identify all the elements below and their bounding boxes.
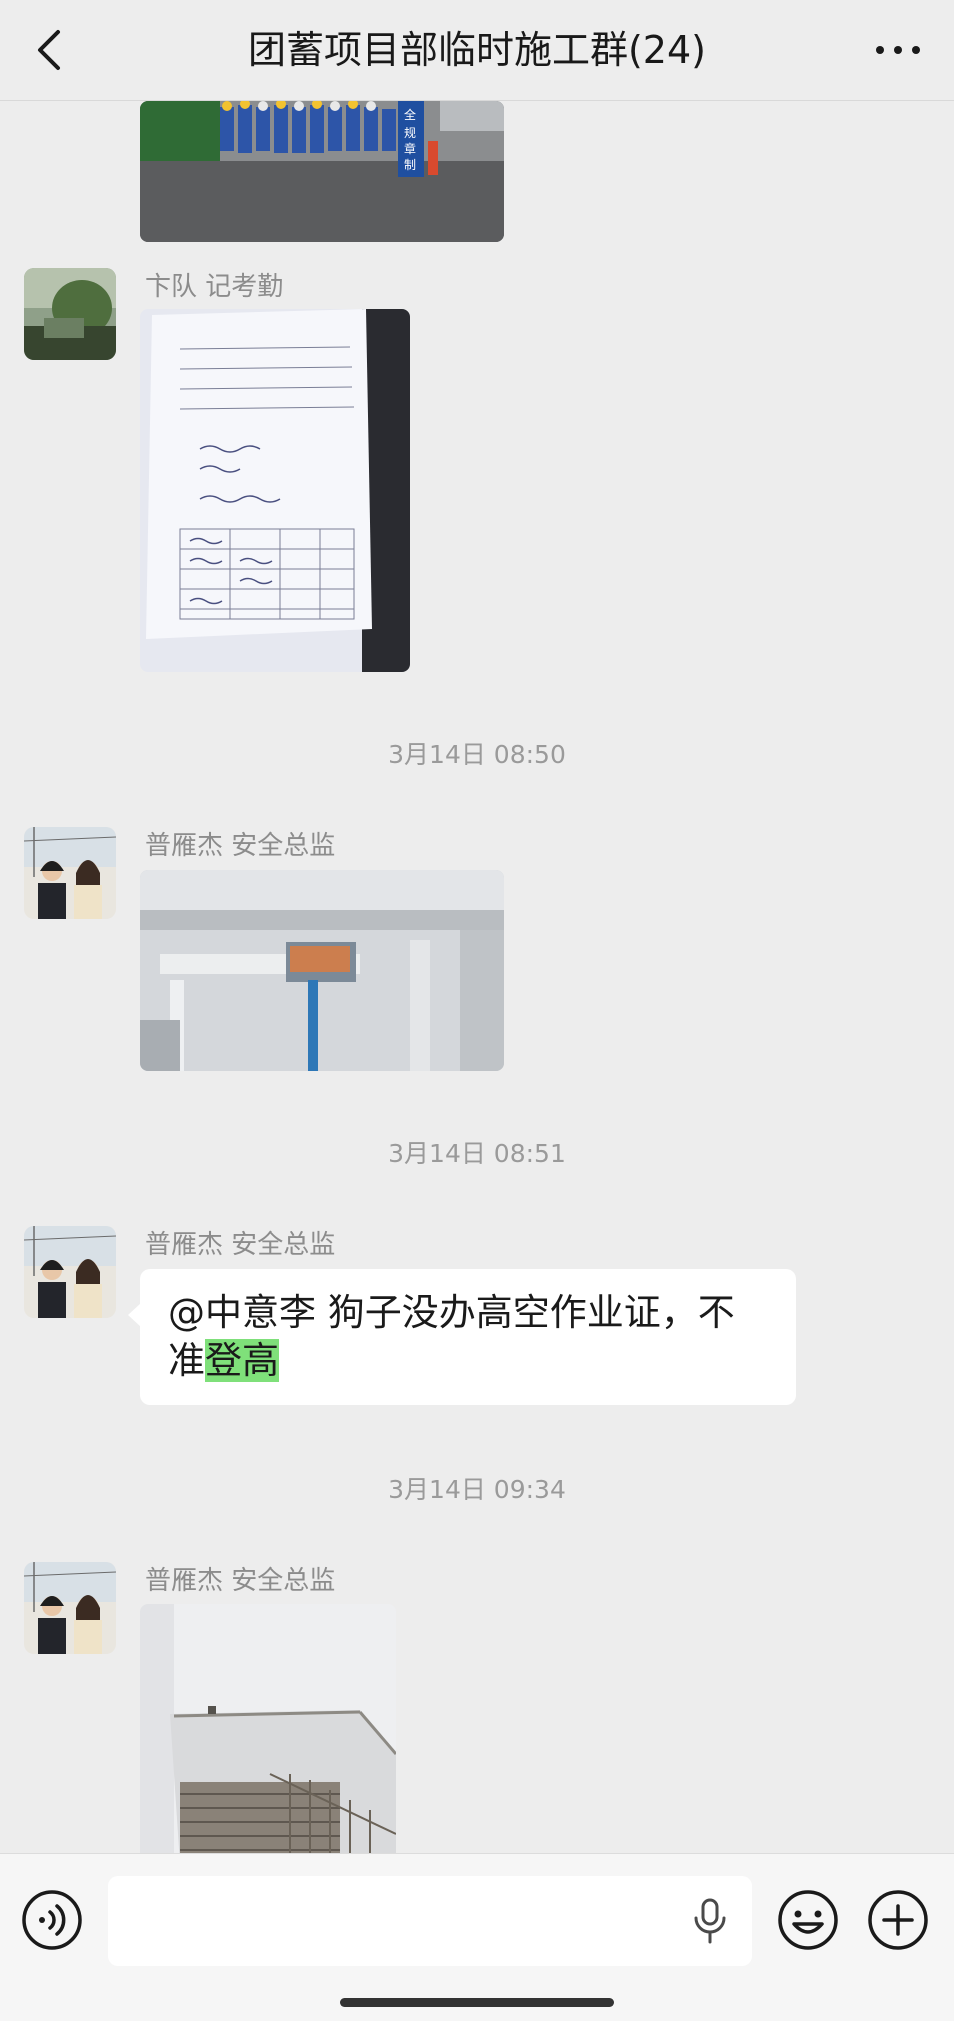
microphone-icon[interactable]: [688, 1896, 732, 1946]
home-indicator[interactable]: [340, 1998, 614, 2007]
chat-header: 团蓄项目部临时施工群(24): [0, 0, 954, 101]
input-bar: [0, 1853, 954, 2021]
lift-photo-image: [140, 870, 504, 1071]
timestamp: 3月14日 09:34: [388, 1475, 566, 1504]
avatar-pu-yanjie[interactable]: [24, 827, 116, 919]
sender-name: 普雁杰 安全总监: [145, 831, 336, 861]
highlighted-text: 登高: [205, 1339, 279, 1382]
plus-circle-icon[interactable]: [866, 1888, 930, 1952]
message-input[interactable]: [108, 1876, 752, 1966]
emoji-icon[interactable]: [776, 1888, 840, 1952]
image-message-attendance-sheet[interactable]: [140, 309, 410, 672]
svg-text:章: 章: [404, 141, 416, 156]
sender-name: 卞队 记考勤: [145, 272, 284, 302]
avatar-pu-yanjie[interactable]: [24, 1226, 116, 1318]
image-message-staircase-photo[interactable]: [140, 1604, 396, 1853]
chat-messages[interactable]: 全 规 章 制 卞队 记考勤 3月14日 08:50 普雁杰 安全总监 3月14…: [0, 101, 954, 1853]
image-message-group-photo[interactable]: 全 规 章 制: [140, 101, 504, 242]
timestamp: 3月14日 08:50: [388, 740, 566, 769]
svg-text:制: 制: [404, 158, 416, 172]
sender-name: 普雁杰 安全总监: [145, 1566, 336, 1596]
svg-text:规: 规: [404, 125, 416, 140]
attendance-sheet-image: [140, 309, 410, 672]
voice-input-icon[interactable]: [20, 1888, 84, 1952]
timestamp: 3月14日 08:51: [388, 1139, 566, 1168]
avatar-bian[interactable]: [24, 268, 116, 360]
avatar-pu-yanjie[interactable]: [24, 1562, 116, 1654]
group-photo-image: 全 规 章 制: [140, 101, 504, 242]
svg-text:全: 全: [404, 107, 416, 122]
more-horizontal-icon[interactable]: [870, 30, 926, 70]
image-message-lift-photo[interactable]: [140, 870, 504, 1071]
sender-name: 普雁杰 安全总监: [145, 1230, 336, 1260]
text-message-bubble[interactable]: @中意李 狗子没办高空作业证，不准登高: [128, 1269, 796, 1405]
chat-title: 团蓄项目部临时施工群(24): [247, 28, 706, 72]
staircase-photo-image: [140, 1604, 396, 1853]
